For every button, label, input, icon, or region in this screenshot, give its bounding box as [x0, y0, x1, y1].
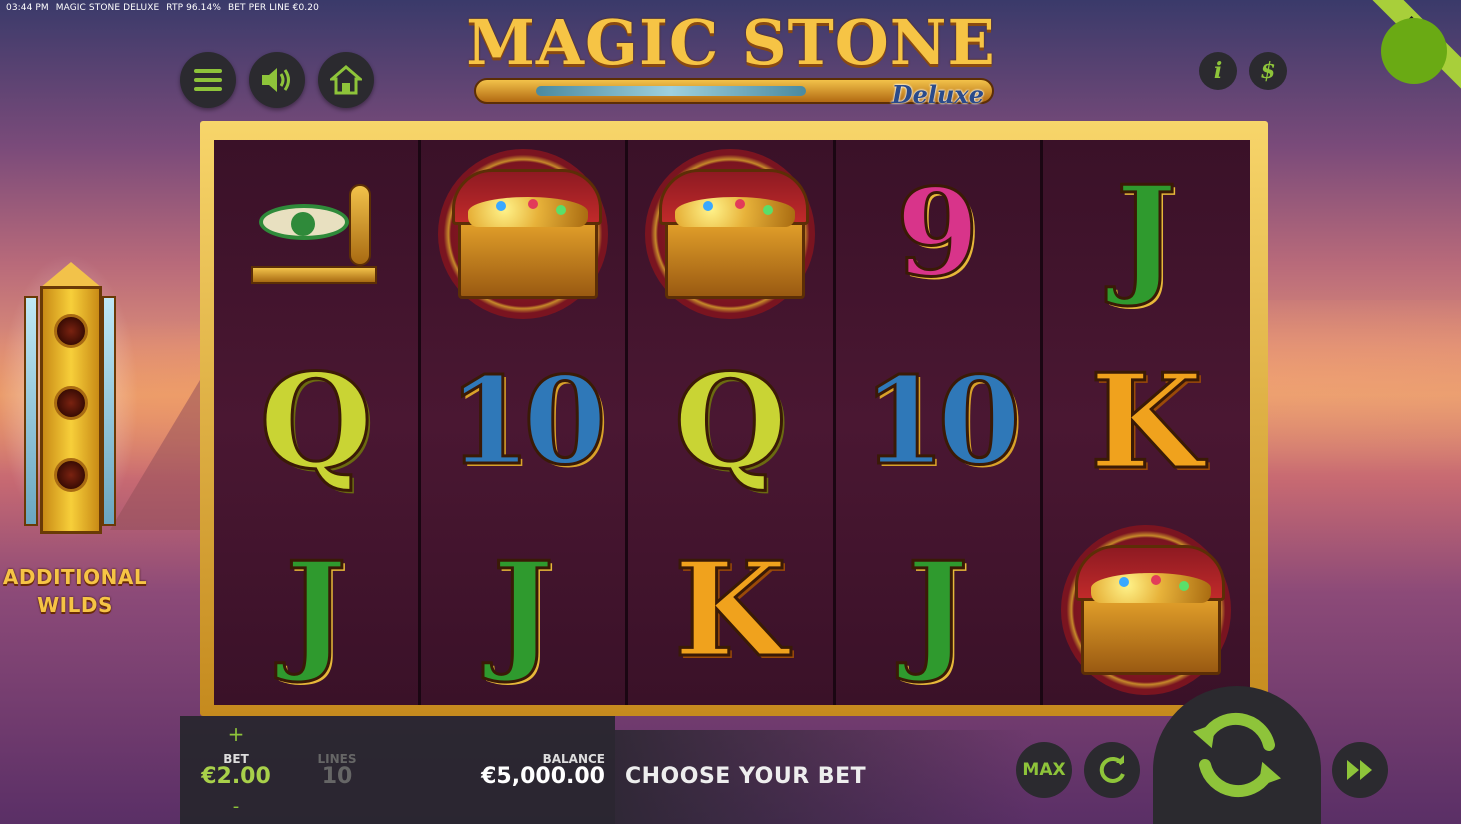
demo-badge: DEMO — [1365, 0, 1461, 96]
menu-button[interactable] — [180, 52, 236, 108]
bet-panel: + BET €2.00 - LINES 10 BALANCE €5,000.00 — [180, 716, 615, 824]
bet-control: + BET €2.00 - — [180, 716, 292, 824]
max-bet-label: MAX — [1022, 760, 1066, 780]
treasure-chest-icon — [1061, 525, 1232, 695]
reel-symbol: Q — [214, 328, 418, 516]
hamburger-menu-icon — [194, 69, 222, 91]
wild-slot-1 — [54, 314, 88, 348]
bet-increase-button[interactable]: + — [180, 722, 292, 746]
reel-symbol — [628, 140, 832, 328]
reel-symbol: K — [1043, 328, 1250, 516]
status-message: CHOOSE YOUR BET — [625, 764, 867, 789]
lines-value: 10 — [321, 764, 353, 789]
eye-of-horus-icon — [241, 174, 391, 294]
treasure-chest-icon — [438, 149, 609, 319]
additional-wilds-totem — [0, 242, 144, 552]
status-game-name: MAGIC STONE DELUXE — [55, 3, 160, 13]
bet-value: €2.00 — [201, 764, 271, 789]
symbol-K: K — [1088, 345, 1204, 498]
reel-1: QJ — [214, 140, 422, 705]
demo-dot — [1381, 18, 1447, 84]
symbol-J: J — [1114, 157, 1178, 310]
speaker-icon — [262, 68, 290, 92]
symbol-10: 10 — [446, 351, 608, 492]
status-time: 03:44 PM — [6, 3, 49, 13]
symbol-10: 10 — [861, 351, 1023, 492]
symbol-9: 9 — [894, 163, 980, 304]
reel-symbol — [214, 140, 418, 328]
symbol-J: J — [491, 533, 555, 686]
max-bet-button[interactable]: MAX — [1016, 742, 1072, 798]
symbol-K: K — [672, 533, 788, 686]
reel-3: QK — [628, 140, 836, 705]
reel-symbol: 9 — [836, 140, 1040, 328]
treasure-chest-icon — [645, 149, 816, 319]
additional-wilds-label: ADDITIONAL WILDS — [0, 563, 150, 619]
symbol-Q: Q — [258, 345, 374, 498]
reel-symbol: J — [836, 516, 1040, 704]
wild-slot-2 — [54, 386, 88, 420]
autoplay-icon — [1099, 755, 1125, 783]
reel-symbol: 10 — [836, 328, 1040, 516]
additional-wilds-line1: ADDITIONAL — [2, 565, 148, 589]
status-bet-per-line: BET PER LINE €0.20 — [227, 3, 319, 13]
symbol-J: J — [905, 533, 969, 686]
turbo-button[interactable] — [1332, 742, 1388, 798]
logo-title: MAGIC STONE — [466, 6, 996, 79]
reel-symbol: 10 — [421, 328, 625, 516]
reels-grid: Q J 10 J Q K 9 10 J J K — [214, 140, 1250, 705]
game-logo: MAGIC STONE Deluxe — [466, 6, 996, 110]
info-button[interactable]: i — [1199, 52, 1237, 90]
autoplay-button[interactable] — [1084, 742, 1140, 798]
symbol-J: J — [284, 533, 348, 686]
paytable-button[interactable]: $ — [1249, 52, 1287, 90]
reel-symbol: J — [1043, 140, 1250, 328]
reel-symbol: J — [421, 516, 625, 704]
reel-symbol — [1043, 516, 1250, 704]
symbol-Q: Q — [672, 345, 788, 498]
home-icon — [330, 65, 362, 95]
spin-icon — [1192, 712, 1282, 798]
reel-symbol: Q — [628, 328, 832, 516]
reel-symbol — [421, 140, 625, 328]
logo-subtitle: Deluxe — [891, 80, 984, 109]
reel-5: JK — [1042, 140, 1250, 705]
additional-wilds-line2: WILDS — [37, 593, 113, 617]
fast-forward-icon — [1347, 760, 1372, 780]
status-rtp: RTP 96.14% — [166, 3, 221, 13]
wild-slot-3 — [54, 458, 88, 492]
reel-symbol: J — [214, 516, 418, 704]
paytable-icon: $ — [1260, 58, 1276, 84]
home-button[interactable] — [318, 52, 374, 108]
reel-symbol: K — [628, 516, 832, 704]
balance-value: €5,000.00 — [481, 764, 605, 789]
reel-4: 9 10 J — [835, 140, 1043, 705]
info-icon: i — [1213, 58, 1223, 84]
reel-2: 10 J — [421, 140, 629, 705]
sound-button[interactable] — [249, 52, 305, 108]
status-bar: 03:44 PM MAGIC STONE DELUXE RTP 96.14% B… — [6, 3, 323, 13]
bet-decrease-button[interactable]: - — [180, 796, 292, 817]
